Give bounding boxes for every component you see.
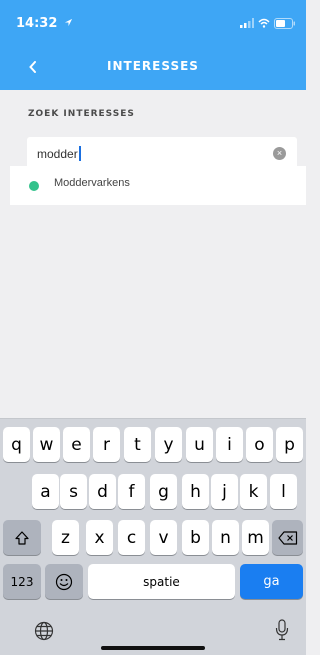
- key-w[interactable]: w: [33, 427, 60, 462]
- wifi-icon: [258, 18, 270, 28]
- shift-arrow-icon: [15, 530, 29, 545]
- key-q[interactable]: q: [3, 427, 30, 462]
- search-section-label: ZOEK INTERESSES: [28, 109, 135, 119]
- on-screen-keyboard: q w e r t y u i o p a s d f g h j k l z …: [0, 418, 306, 655]
- home-indicator[interactable]: [101, 646, 205, 650]
- key-g[interactable]: g: [150, 474, 177, 509]
- location-arrow-icon: [64, 18, 73, 27]
- key-e[interactable]: e: [63, 427, 90, 462]
- key-z[interactable]: z: [52, 520, 79, 555]
- key-t[interactable]: t: [124, 427, 151, 462]
- key-m[interactable]: m: [242, 520, 269, 555]
- key-k[interactable]: k: [240, 474, 267, 509]
- emoji-key[interactable]: [45, 564, 83, 599]
- nav-bar: INTERESSES: [0, 44, 306, 90]
- page-title: INTERESSES: [107, 59, 199, 73]
- space-key[interactable]: spatie: [88, 564, 235, 599]
- battery-icon: [274, 17, 295, 29]
- list-item-label: Moddervarkens: [54, 177, 130, 189]
- key-x[interactable]: x: [86, 520, 113, 555]
- key-s[interactable]: s: [60, 474, 87, 509]
- app-header: 14:32 INTERESSES: [0, 0, 306, 90]
- numbers-key[interactable]: 123: [3, 564, 41, 599]
- key-u[interactable]: u: [186, 427, 213, 462]
- key-f[interactable]: f: [118, 474, 145, 509]
- key-p[interactable]: p: [276, 427, 303, 462]
- status-dot-icon: [29, 181, 39, 191]
- key-d[interactable]: d: [89, 474, 116, 509]
- status-icons: [240, 17, 296, 29]
- key-j[interactable]: j: [211, 474, 238, 509]
- globe-key[interactable]: [30, 617, 58, 645]
- cellular-signal-icon: [240, 18, 254, 28]
- dictation-key[interactable]: [270, 615, 294, 645]
- key-b[interactable]: b: [182, 520, 209, 555]
- key-h[interactable]: h: [182, 474, 209, 509]
- status-time: 14:32: [16, 16, 73, 31]
- backspace-icon: [277, 530, 297, 545]
- shift-key[interactable]: [3, 520, 41, 555]
- key-y[interactable]: y: [155, 427, 182, 462]
- key-c[interactable]: c: [118, 520, 145, 555]
- key-o[interactable]: o: [246, 427, 273, 462]
- key-l[interactable]: l: [270, 474, 297, 509]
- key-v[interactable]: v: [150, 520, 177, 555]
- key-r[interactable]: r: [93, 427, 120, 462]
- key-n[interactable]: n: [212, 520, 239, 555]
- key-i[interactable]: i: [216, 427, 243, 462]
- text-cursor: [79, 146, 81, 161]
- key-a[interactable]: a: [32, 474, 59, 509]
- status-time-text: 14:32: [16, 16, 58, 31]
- list-item[interactable]: Moddervarkens: [10, 166, 306, 205]
- status-bar: 14:32: [0, 0, 306, 44]
- backspace-key[interactable]: [272, 520, 303, 555]
- clear-search-button[interactable]: ×: [273, 147, 286, 160]
- globe-icon: [34, 621, 54, 641]
- return-key[interactable]: ga: [240, 564, 303, 599]
- emoji-icon: [55, 573, 73, 590]
- microphone-icon: [275, 619, 289, 641]
